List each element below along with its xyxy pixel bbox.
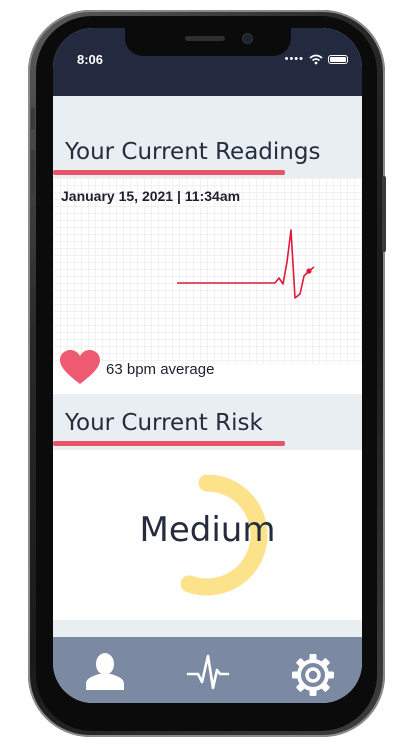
ecg-waveform (177, 229, 315, 299)
risk-title: Your Current Risk (65, 410, 263, 436)
notch (125, 28, 291, 56)
readings-header: Your Current Readings (53, 96, 362, 178)
risk-level: Medium (139, 510, 276, 550)
signal-icon: •••• (284, 53, 304, 65)
volume-down-button (31, 206, 35, 250)
risk-title-underline (53, 441, 285, 446)
gear-icon (292, 654, 334, 696)
status-time: 8:06 (77, 52, 104, 67)
mute-switch (31, 108, 35, 130)
tab-settings[interactable] (289, 652, 337, 700)
tab-profile[interactable] (81, 652, 129, 700)
power-button (382, 176, 386, 252)
battery-icon (328, 54, 348, 64)
status-icons: •••• (285, 53, 348, 65)
bpm-average: 63 bpm average (106, 361, 215, 378)
tab-bar (53, 637, 362, 703)
person-icon (86, 653, 124, 690)
risk-panel: Medium (53, 450, 362, 620)
heartbeat-icon (186, 654, 230, 690)
front-camera (243, 34, 252, 43)
tab-readings[interactable] (184, 652, 232, 700)
speaker (185, 36, 225, 41)
wifi-icon (309, 54, 323, 64)
volume-up-button (31, 150, 35, 194)
readings-title-underline (53, 170, 285, 175)
heart-icon (60, 350, 100, 384)
app-screen: 8:06 •••• Your Current Readings January … (53, 28, 362, 703)
readings-title: Your Current Readings (65, 139, 321, 165)
readings-panel: January 15, 2021 | 11:34am 63 bpm averag… (53, 178, 362, 394)
